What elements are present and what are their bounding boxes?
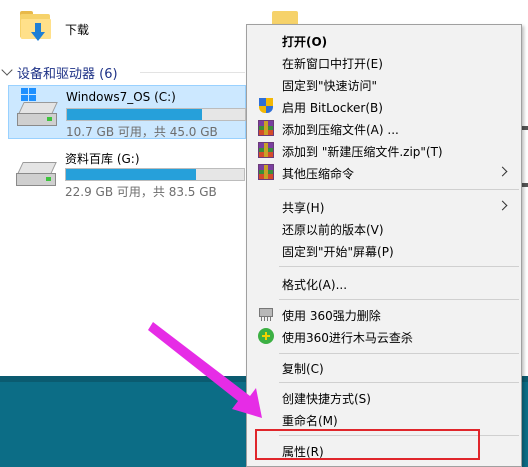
annotation-arrow xyxy=(148,322,262,418)
annotation-arrow-shape xyxy=(148,322,262,418)
